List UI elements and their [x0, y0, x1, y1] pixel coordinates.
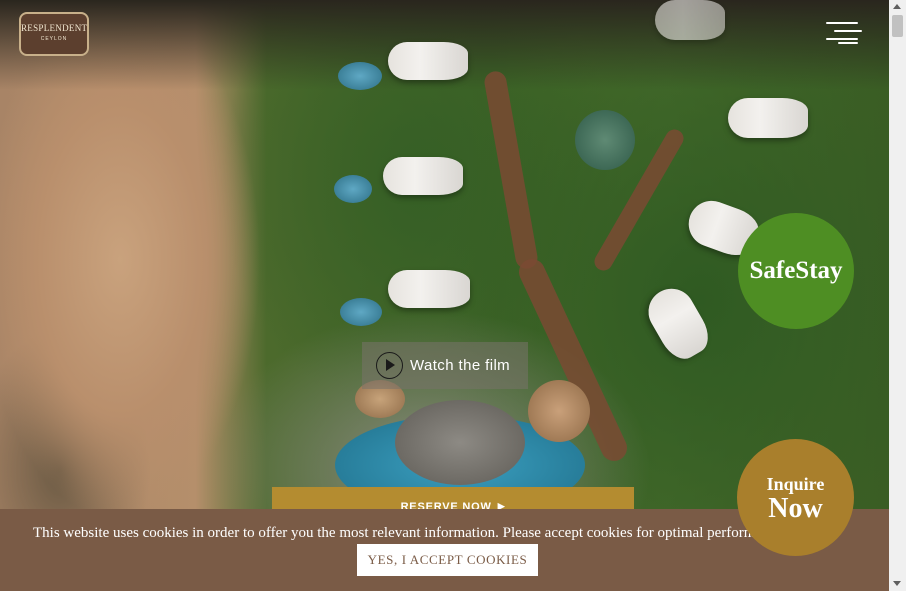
dome-building [528, 380, 590, 442]
pool [334, 175, 372, 203]
scroll-down-arrow-icon[interactable] [893, 581, 901, 586]
pool [338, 62, 382, 90]
inquire-label: Inquire [766, 474, 825, 494]
inquire-now-button[interactable]: Inquire Now [737, 439, 854, 556]
brand-logo[interactable]: RESPLENDENT CEYLON [19, 12, 89, 56]
dirt-path [482, 69, 540, 271]
now-label: Now [768, 493, 823, 524]
villa-pod [388, 42, 468, 80]
logo-text: RESPLENDENT [21, 23, 88, 33]
scroll-up-arrow-icon[interactable] [893, 4, 901, 9]
play-circle-icon [376, 352, 403, 379]
villa-pod [640, 280, 716, 366]
main-lodge-roof [395, 400, 525, 485]
villa-pod [655, 0, 725, 40]
pond [575, 110, 635, 170]
watch-film-label: Watch the film [410, 357, 511, 374]
scrollbar-thumb[interactable] [892, 15, 903, 37]
safestay-badge[interactable]: SafeStay [738, 213, 854, 329]
accept-cookies-button[interactable]: YES, I ACCEPT COOKIES [357, 544, 538, 576]
logo-subtext: CEYLON [40, 36, 68, 42]
safestay-label: SafeStay [749, 257, 843, 284]
hamburger-menu-icon[interactable] [826, 22, 862, 46]
villa-pod [388, 270, 470, 308]
villa-pod [728, 98, 808, 138]
pool [340, 298, 382, 326]
villa-pod [383, 157, 463, 195]
watch-film-button[interactable]: Watch the film [362, 342, 528, 389]
page-scrollbar[interactable] [889, 0, 906, 591]
